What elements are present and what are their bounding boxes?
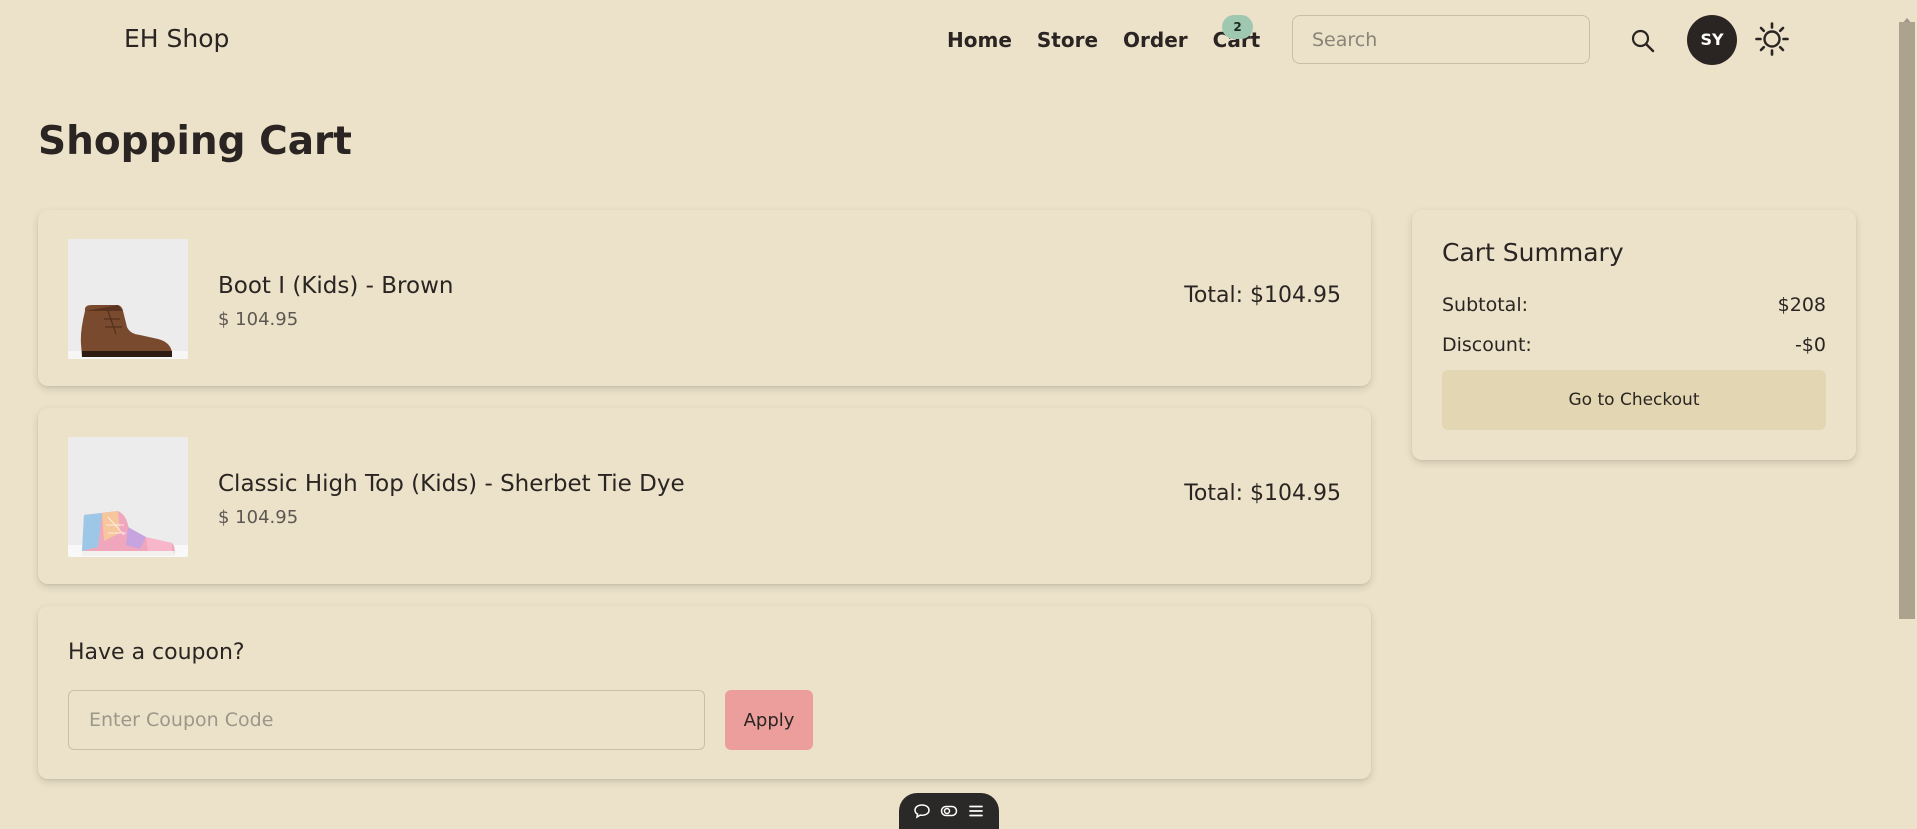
product-name[interactable]: Classic High Top (Kids) - Sherbet Tie Dy…: [218, 471, 685, 497]
cart-item: Classic High Top (Kids) - Sherbet Tie Dy…: [38, 408, 1371, 584]
subtotal-value: $208: [1777, 294, 1826, 316]
discount-value: -$0: [1794, 334, 1826, 356]
nav-order[interactable]: Order: [1123, 28, 1188, 52]
coupon-heading: Have a coupon?: [68, 640, 245, 665]
high-top-image: [68, 437, 188, 557]
coupon-card: Have a coupon? Apply: [38, 606, 1371, 779]
product-price: $ 104.95: [218, 309, 299, 330]
nav-links: Home Store Order Cart: [947, 28, 1260, 52]
item-total: Total: $104.95: [1184, 481, 1341, 506]
page-title: Shopping Cart: [38, 119, 352, 164]
nav-store[interactable]: Store: [1037, 28, 1098, 52]
navbar: EH Shop Home Store Order Cart 2 SY: [0, 0, 1896, 82]
cart-count-badge: 2: [1222, 15, 1253, 39]
theme-toggle-button[interactable]: [1754, 21, 1790, 57]
floating-toolbar: [899, 793, 999, 829]
item-total: Total: $104.95: [1184, 283, 1341, 308]
cart-summary-card: Cart Summary Subtotal: $208 Discount: -$…: [1412, 210, 1856, 460]
product-image[interactable]: [68, 437, 188, 557]
product-price: $ 104.95: [218, 507, 299, 528]
discount-label: Discount:: [1442, 334, 1532, 356]
product-name[interactable]: Boot I (Kids) - Brown: [218, 273, 453, 299]
subtotal-label: Subtotal:: [1442, 294, 1529, 316]
brand-logo[interactable]: EH Shop: [124, 24, 229, 53]
scroll-thumb[interactable]: [1899, 22, 1915, 619]
menu-icon[interactable]: [967, 802, 985, 820]
search-input[interactable]: [1292, 15, 1590, 64]
apply-coupon-button[interactable]: Apply: [725, 690, 813, 750]
user-avatar[interactable]: SY: [1687, 15, 1737, 65]
boot-image: [68, 239, 188, 359]
go-to-checkout-button[interactable]: Go to Checkout: [1442, 370, 1826, 430]
chat-icon[interactable]: [913, 802, 931, 820]
cart-item: Boot I (Kids) - Brown $ 104.95 Total: $1…: [38, 210, 1371, 386]
sun-icon: [1755, 22, 1789, 56]
search-button[interactable]: [1628, 26, 1658, 56]
nav-home[interactable]: Home: [947, 28, 1012, 52]
cart-summary-title: Cart Summary: [1442, 238, 1624, 267]
coupon-code-input[interactable]: [68, 690, 705, 750]
search-icon: [1631, 29, 1655, 53]
toggle-icon[interactable]: [940, 802, 958, 820]
product-image[interactable]: [68, 239, 188, 359]
